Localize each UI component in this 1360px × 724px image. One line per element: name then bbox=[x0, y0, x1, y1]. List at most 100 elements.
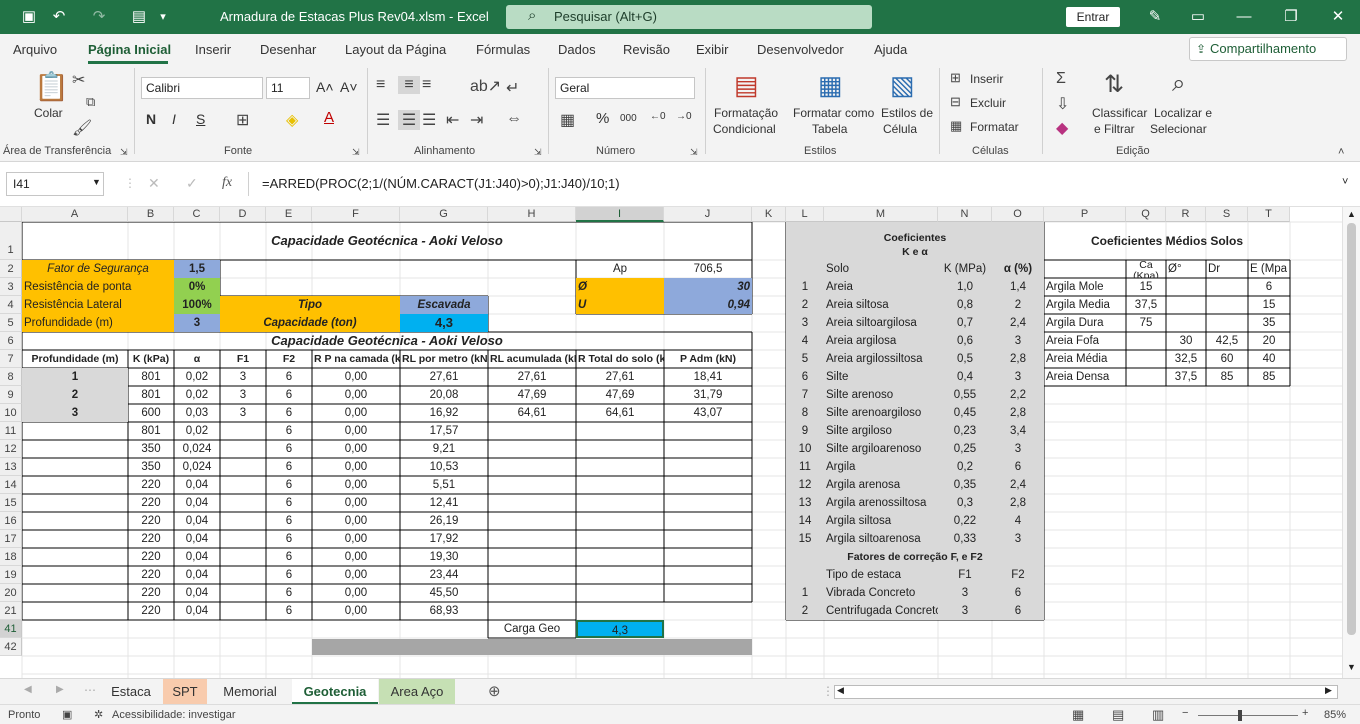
med-soil[interactable]: Argila Mole bbox=[1044, 278, 1126, 296]
fat-type[interactable]: Vibrada Concreto bbox=[824, 584, 938, 602]
fill-icon[interactable]: ⇩ bbox=[1056, 94, 1069, 114]
rp-label[interactable]: Resistência de ponta bbox=[22, 278, 174, 296]
currency-icon[interactable]: ▦ bbox=[560, 110, 575, 130]
column-header[interactable]: H bbox=[488, 207, 576, 222]
format-table-line2[interactable]: Tabela bbox=[812, 122, 847, 136]
table-cell[interactable]: 0,024 bbox=[174, 458, 220, 476]
outdent-icon[interactable]: ⇥ bbox=[470, 110, 483, 130]
align-top-icon[interactable]: ≡ bbox=[376, 76, 385, 94]
fat-header[interactable]: F1 bbox=[938, 566, 992, 584]
table-cell[interactable]: 220 bbox=[128, 548, 174, 566]
cancel-icon[interactable]: ✕ bbox=[148, 175, 160, 192]
table-cell[interactable]: 0,04 bbox=[174, 584, 220, 602]
row-header[interactable]: 14 bbox=[0, 476, 22, 494]
table-header[interactable]: F1 bbox=[220, 350, 266, 368]
sort-line1[interactable]: Classificar bbox=[1092, 106, 1147, 120]
row-header[interactable]: 1 bbox=[0, 222, 22, 260]
find-line2[interactable]: Selecionar bbox=[1150, 122, 1207, 136]
prev-sheet-icon[interactable]: ◀ bbox=[24, 684, 32, 695]
column-header[interactable]: L bbox=[786, 207, 824, 222]
row-header[interactable]: 12 bbox=[0, 440, 22, 458]
title-cell[interactable]: Capacidade Geotécnica - Aoki Veloso bbox=[22, 222, 752, 260]
med-soil[interactable]: Argila Dura bbox=[1044, 314, 1126, 332]
table-cell[interactable] bbox=[22, 566, 128, 584]
u-label[interactable]: U bbox=[576, 296, 664, 314]
table-cell[interactable] bbox=[220, 566, 266, 584]
title-cell-2[interactable]: Capacidade Geotécnica - Aoki Veloso bbox=[22, 332, 752, 350]
table-cell[interactable]: 10,53 bbox=[400, 458, 488, 476]
table-cell[interactable] bbox=[664, 548, 752, 566]
coef-index[interactable]: 14 bbox=[786, 512, 824, 530]
table-cell[interactable] bbox=[576, 566, 664, 584]
format-cells-icon[interactable]: ▦ bbox=[950, 118, 962, 134]
macro-icon[interactable]: ▣ bbox=[62, 708, 72, 721]
column-header[interactable]: T bbox=[1248, 207, 1290, 222]
tab-pagina-inicial[interactable]: Página Inicial bbox=[88, 42, 171, 57]
table-cell[interactable]: 350 bbox=[128, 458, 174, 476]
table-cell[interactable]: 18,41 bbox=[664, 368, 752, 386]
scroll-thumb[interactable] bbox=[1347, 223, 1356, 635]
table-cell[interactable]: 6 bbox=[266, 422, 312, 440]
table-cell[interactable]: 0,00 bbox=[312, 458, 400, 476]
indent-icon[interactable]: ⇤ bbox=[446, 110, 459, 130]
table-cell[interactable] bbox=[220, 512, 266, 530]
table-cell[interactable] bbox=[220, 422, 266, 440]
row-header[interactable]: 18 bbox=[0, 548, 22, 566]
row-header[interactable]: 41 bbox=[0, 620, 22, 638]
accessibility-icon[interactable]: ✲ bbox=[94, 708, 103, 721]
alignment-launcher-icon[interactable]: ⇲ bbox=[534, 147, 542, 158]
table-cell[interactable] bbox=[576, 512, 664, 530]
scroll-left-icon[interactable]: ◀ bbox=[837, 685, 844, 696]
name-box[interactable]: I41 bbox=[6, 172, 104, 196]
table-header[interactable]: α bbox=[174, 350, 220, 368]
table-cell[interactable]: 27,61 bbox=[576, 368, 664, 386]
phi-label[interactable]: Ø bbox=[576, 278, 664, 296]
page-layout-icon[interactable]: ▤ bbox=[1112, 707, 1124, 723]
italic-icon[interactable]: I bbox=[172, 111, 176, 127]
coef-soil[interactable]: Argila arenosa bbox=[824, 476, 938, 494]
cap-value[interactable]: 4,3 bbox=[400, 314, 488, 332]
close-icon[interactable]: ✕ bbox=[1327, 7, 1349, 27]
table-cell[interactable] bbox=[664, 440, 752, 458]
insert-cells-icon[interactable]: ⊞ bbox=[950, 70, 961, 86]
zoom-slider[interactable] bbox=[1198, 715, 1298, 716]
table-cell[interactable]: 6 bbox=[266, 476, 312, 494]
table-cell[interactable]: 0,024 bbox=[174, 440, 220, 458]
table-cell[interactable]: 31,79 bbox=[664, 386, 752, 404]
tab-arquivo[interactable]: Arquivo bbox=[13, 42, 57, 57]
row-header[interactable]: 2 bbox=[0, 260, 22, 278]
tab-exibir[interactable]: Exibir bbox=[696, 42, 729, 57]
tab-split-icon[interactable]: ⋮ bbox=[822, 684, 834, 698]
autosum-icon[interactable]: Σ bbox=[1056, 70, 1066, 88]
fs-label[interactable]: Fator de Segurança bbox=[22, 260, 174, 278]
med-value[interactable]: 60 bbox=[1206, 350, 1248, 368]
table-cell[interactable] bbox=[22, 458, 128, 476]
table-cell[interactable] bbox=[22, 602, 128, 620]
table-cell[interactable] bbox=[488, 602, 576, 620]
coef-alpha[interactable]: 2,4 bbox=[992, 314, 1044, 332]
table-cell[interactable] bbox=[488, 530, 576, 548]
table-cell[interactable]: 6 bbox=[266, 440, 312, 458]
table-cell[interactable]: 64,61 bbox=[488, 404, 576, 422]
coef-alpha[interactable]: 2,8 bbox=[992, 494, 1044, 512]
column-header[interactable]: S bbox=[1206, 207, 1248, 222]
row-header[interactable]: 15 bbox=[0, 494, 22, 512]
table-cell[interactable] bbox=[576, 584, 664, 602]
table-cell[interactable]: 220 bbox=[128, 602, 174, 620]
coef-k[interactable]: 0,7 bbox=[938, 314, 992, 332]
zoom-in-icon[interactable]: + bbox=[1302, 707, 1308, 719]
table-cell[interactable]: 220 bbox=[128, 512, 174, 530]
med-value[interactable]: 37,5 bbox=[1166, 368, 1206, 386]
cap-label[interactable]: Capacidade (ton) bbox=[220, 314, 400, 332]
coef-soil[interactable]: Argila siltosa bbox=[824, 512, 938, 530]
table-cell[interactable]: 6 bbox=[266, 494, 312, 512]
format-cells-label[interactable]: Formatar bbox=[970, 120, 1019, 134]
sheet-tab-memorial[interactable]: Memorial bbox=[208, 679, 292, 704]
bold-icon[interactable]: N bbox=[146, 111, 156, 127]
font-size-select[interactable]: 11 bbox=[266, 77, 310, 99]
coef-header-blank[interactable] bbox=[786, 260, 824, 278]
page-break-icon[interactable]: ▥ bbox=[1152, 707, 1164, 723]
rl-value[interactable]: 100% bbox=[174, 296, 220, 314]
table-cell[interactable]: 19,30 bbox=[400, 548, 488, 566]
increase-decimal-icon[interactable]: ←0 bbox=[650, 111, 666, 122]
